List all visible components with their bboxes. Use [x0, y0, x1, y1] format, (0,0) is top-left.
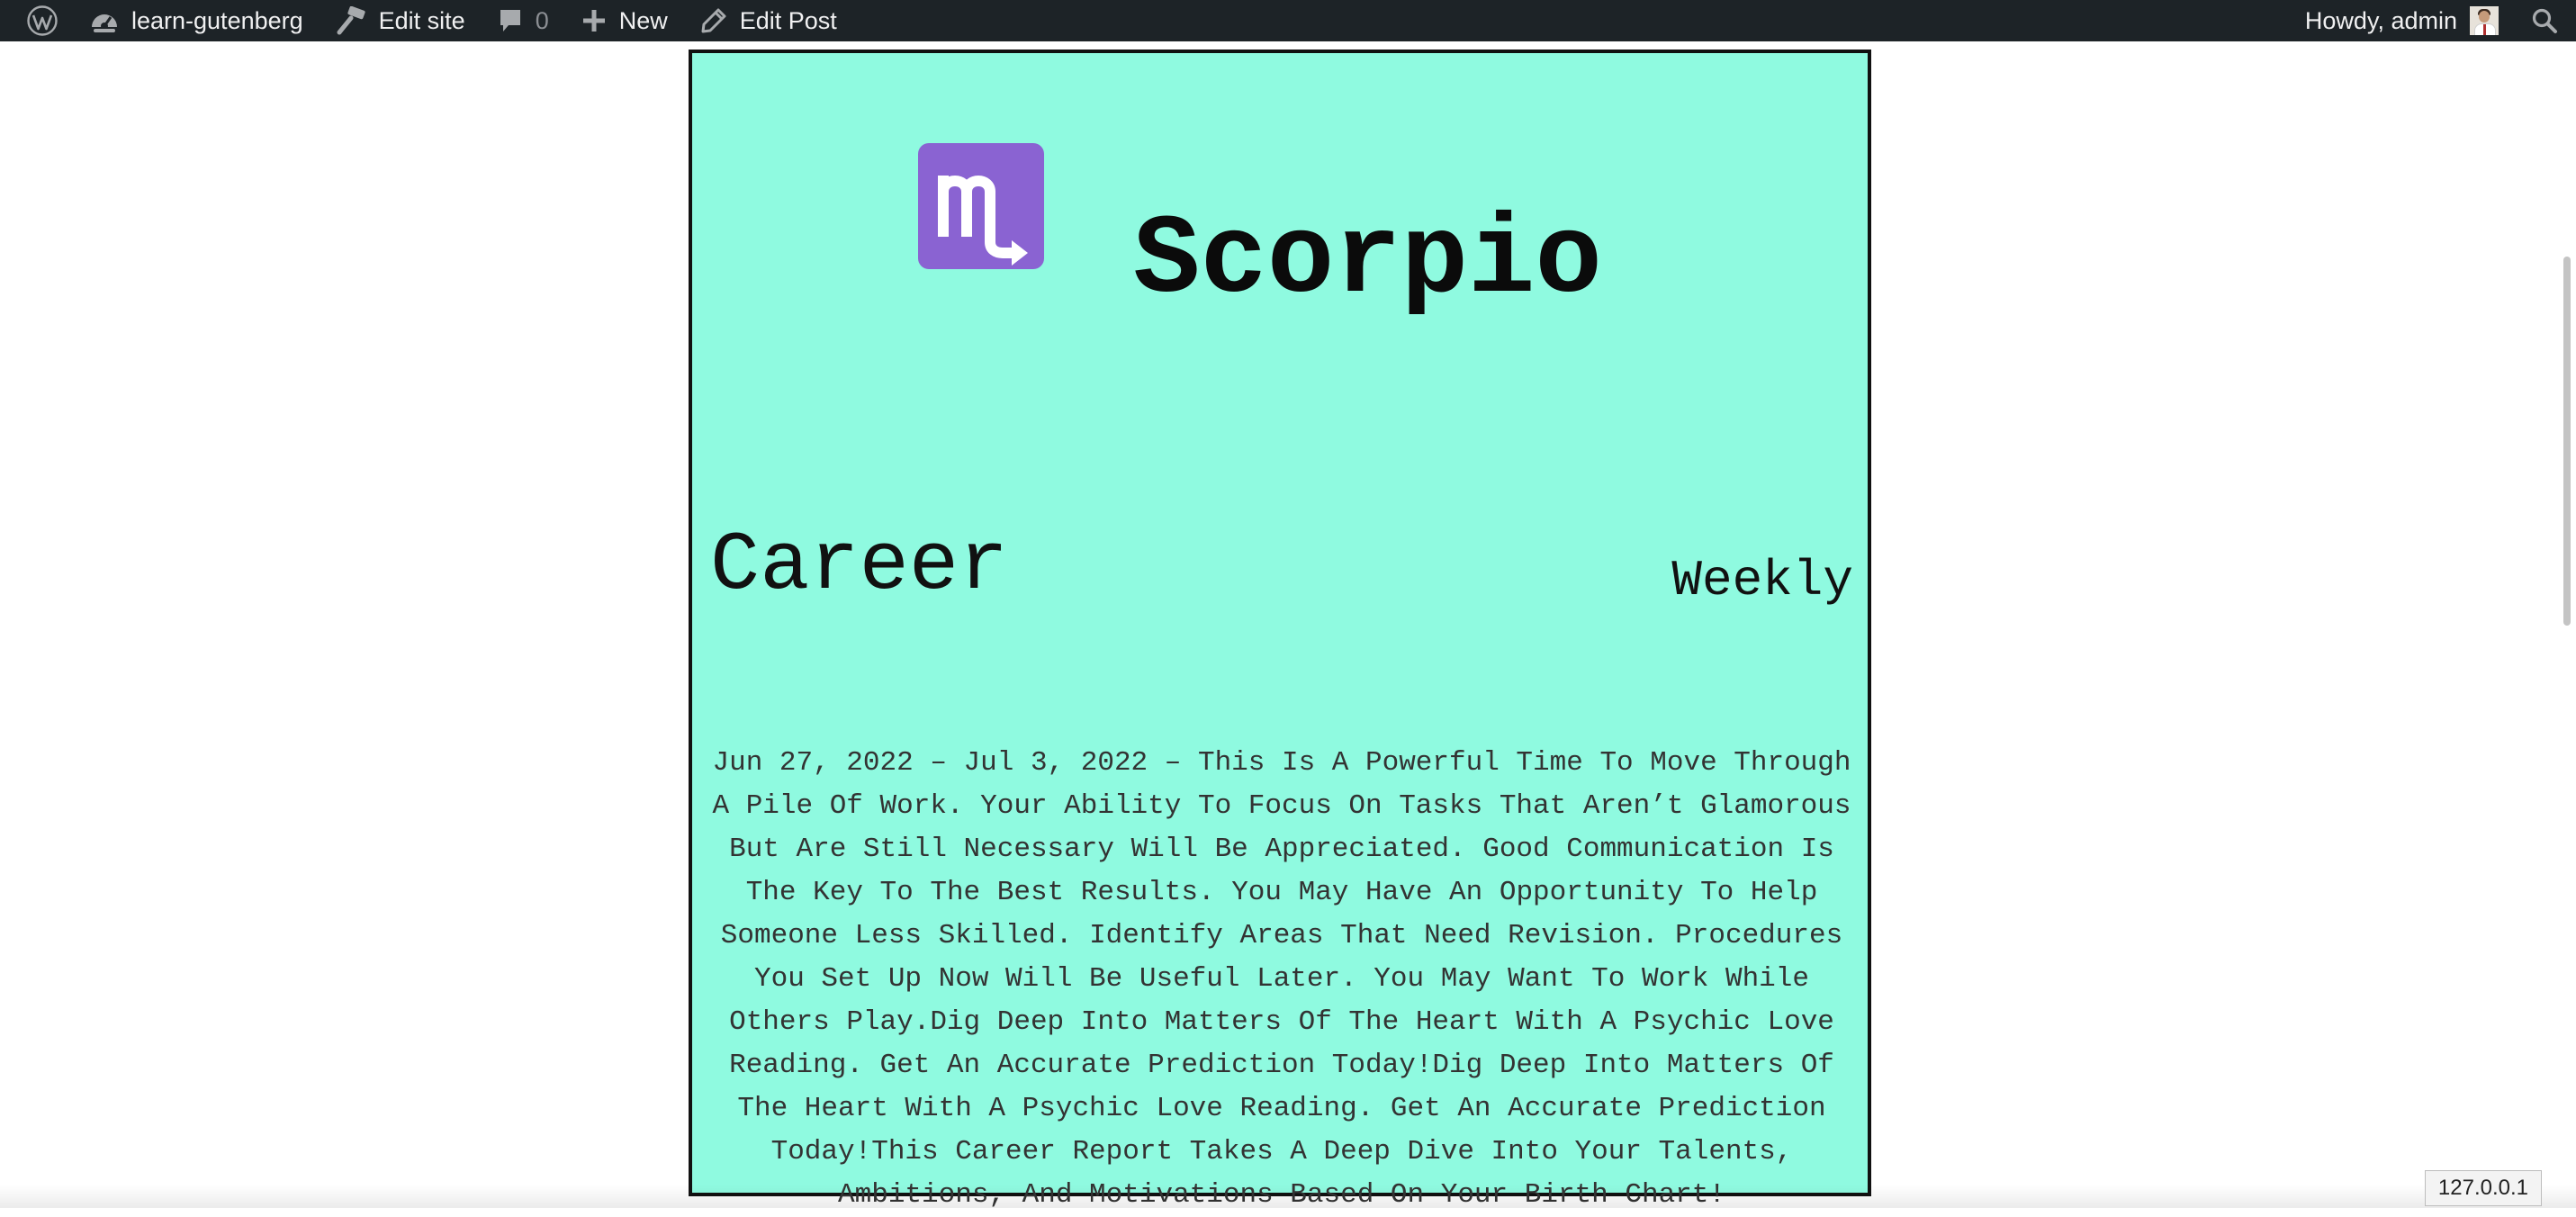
- edit-post-label: Edit Post: [740, 7, 837, 35]
- wordpress-menu[interactable]: [11, 0, 74, 41]
- admin-bar: learn-gutenberg Edit site 0: [0, 0, 2576, 41]
- comment-bubble-icon: [498, 7, 523, 34]
- comments-count: 0: [536, 7, 549, 35]
- edit-site-label: Edit site: [379, 7, 465, 35]
- horoscope-category: Career: [710, 525, 1008, 608]
- site-name-link[interactable]: learn-gutenberg: [74, 0, 320, 41]
- horoscope-period: Weekly: [1671, 555, 1853, 606]
- greeting-label: Howdy, admin: [2305, 7, 2457, 35]
- comments-link[interactable]: 0: [482, 0, 565, 41]
- sign-title: Scorpio: [1133, 206, 1602, 318]
- wordpress-logo-icon: [27, 5, 58, 36]
- search-icon: [2531, 7, 2558, 34]
- search-toggle[interactable]: [2515, 0, 2558, 41]
- pencil-icon: [700, 7, 727, 34]
- plus-icon: [581, 8, 607, 33]
- horoscope-card: Scorpio Career Weekly Jun 27, 2022 – Jul…: [689, 50, 1871, 1196]
- admin-bar-right: Howdy, admin: [2289, 0, 2558, 41]
- site-name-label: learn-gutenberg: [131, 7, 303, 35]
- new-label: New: [619, 7, 668, 35]
- page-scrollbar-thumb[interactable]: [2563, 257, 2571, 626]
- account-menu[interactable]: Howdy, admin: [2289, 0, 2515, 41]
- brush-icon: [336, 6, 366, 35]
- avatar: [2470, 6, 2499, 35]
- scorpio-sign-icon: [918, 143, 1044, 269]
- horoscope-reading: Jun 27, 2022 – Jul 3, 2022 – This Is A P…: [708, 742, 1855, 1217]
- status-host-label: 127.0.0.1: [2425, 1170, 2542, 1206]
- bottom-shadow: [0, 1185, 2576, 1208]
- admin-bar-left: learn-gutenberg Edit site 0: [11, 0, 853, 41]
- edit-site-link[interactable]: Edit site: [320, 0, 482, 41]
- dashboard-icon: [90, 7, 119, 34]
- new-content-menu[interactable]: New: [565, 0, 684, 41]
- edit-post-link[interactable]: Edit Post: [684, 0, 853, 41]
